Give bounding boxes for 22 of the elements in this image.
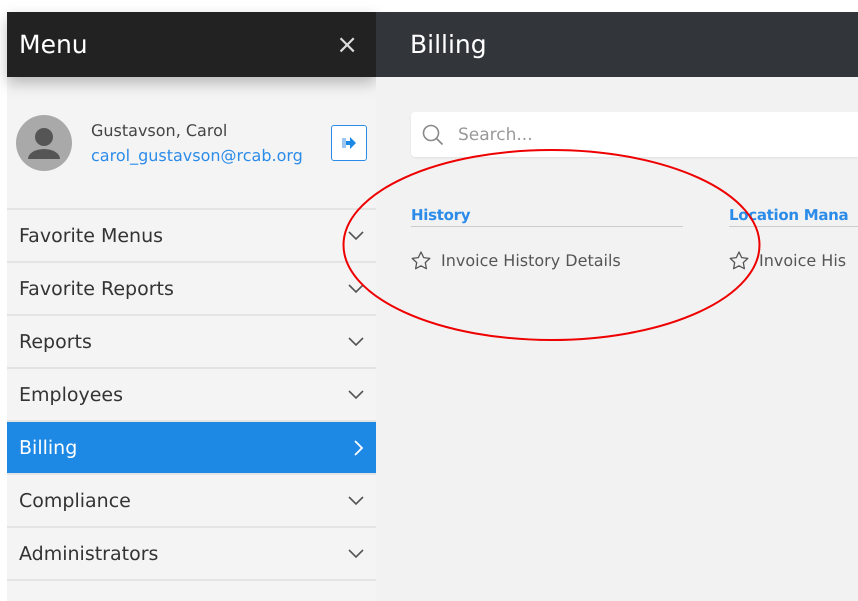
chevron-down-icon <box>348 284 364 294</box>
logout-button[interactable] <box>331 124 367 160</box>
menu-title: Menu <box>19 30 88 59</box>
page-title: Billing <box>410 30 487 59</box>
chevron-right-icon <box>354 440 364 456</box>
menu-item[interactable]: Billing <box>7 422 376 475</box>
chevron-down-icon <box>348 230 364 240</box>
avatar-icon <box>16 114 72 170</box>
star-icon[interactable] <box>729 251 749 270</box>
menu-link[interactable]: Invoice His <box>759 251 846 270</box>
chevron-down-icon <box>348 336 364 346</box>
logout-icon <box>342 136 356 148</box>
chevron-down-icon <box>348 390 364 400</box>
search-input[interactable]: Search... <box>456 124 858 146</box>
user-name: Gustavson, Carol <box>91 120 228 140</box>
star-icon[interactable] <box>411 251 431 270</box>
chevron-down-icon <box>348 496 364 506</box>
search-icon <box>422 124 444 146</box>
search-field[interactable]: Search... <box>411 112 858 157</box>
chevron-down-icon <box>348 548 364 558</box>
menu-link[interactable]: Invoice History Details <box>441 251 621 270</box>
close-button[interactable]: × <box>332 30 362 60</box>
